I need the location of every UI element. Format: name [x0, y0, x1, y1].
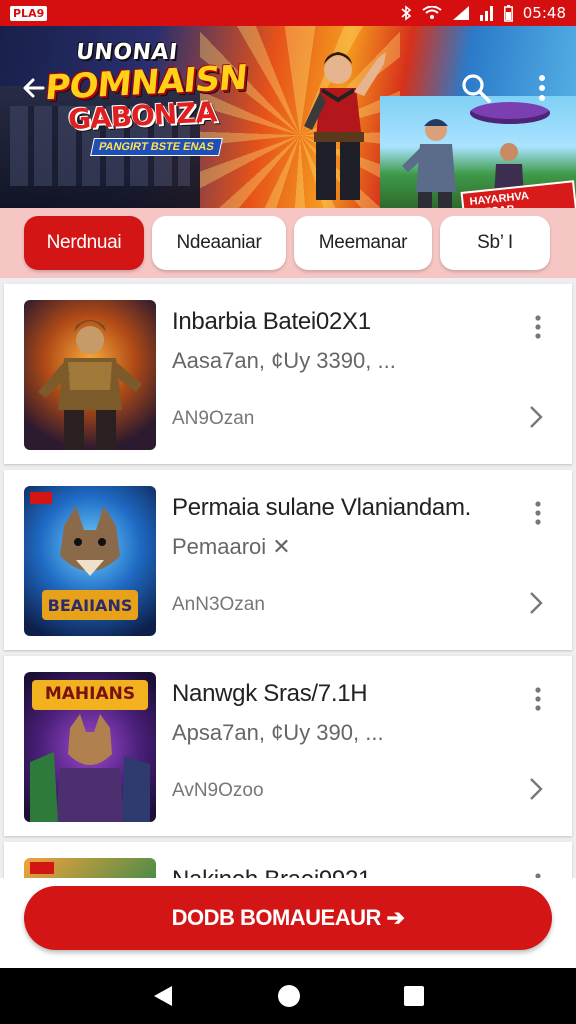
more-options-button[interactable]: [522, 68, 562, 108]
back-button[interactable]: [14, 68, 54, 108]
more-vert-icon: [539, 75, 545, 101]
game-thumbnail: BEAIIANS: [24, 486, 156, 636]
thumbnail-label: BEAIIANS: [47, 596, 133, 615]
item-title: Nakineh Braei9921: [172, 866, 371, 878]
item-more-button[interactable]: [526, 312, 550, 342]
category-tabs: Nerdnuai Ndeaaniar Meemanar Sb’ I: [0, 208, 576, 278]
game-thumbnail: [24, 300, 156, 450]
item-title: Inbarbia Batei02X1: [172, 308, 371, 335]
item-title: Permaia sulane Vlaniandam.: [172, 494, 472, 521]
more-vert-icon: [535, 315, 541, 339]
wifi-icon: [422, 6, 442, 19]
item-meta: AvN9Ozoo: [172, 780, 264, 801]
banner-character-2-art: [402, 119, 456, 208]
hero-banner[interactable]: UNONAI POMNAISN GABONZA PANGIRT BSTE ENA…: [0, 26, 576, 208]
status-icons: 05:48: [400, 4, 566, 22]
chevron-right-icon: [530, 592, 543, 614]
item-subtitle: Apsa7an, ¢Uy 390, ...: [172, 720, 384, 745]
nav-recents-icon[interactable]: [404, 986, 425, 1006]
item-meta: AN9Ozan: [172, 408, 255, 429]
tab-2[interactable]: Ndeaaniar: [152, 216, 286, 270]
tab-4[interactable]: Sb’ I: [440, 216, 550, 270]
item-chevron-button[interactable]: [524, 774, 548, 804]
more-vert-icon: [535, 501, 541, 525]
item-subtitle: Pemaaroi ✕: [172, 534, 291, 559]
chevron-right-icon: [530, 406, 543, 428]
signal-icon: [452, 6, 469, 20]
list-item[interactable]: Nakineh Braei9921: [4, 842, 572, 878]
item-more-button[interactable]: [526, 870, 550, 878]
nav-back-icon[interactable]: [152, 984, 174, 1008]
item-meta: AnN3Ozan: [172, 594, 265, 615]
more-vert-icon: [535, 687, 541, 711]
list-item[interactable]: BEAIIANS Permaia sulane Vlaniandam. Pema…: [4, 470, 572, 650]
chevron-right-icon: [530, 778, 543, 800]
item-chevron-button[interactable]: [524, 402, 548, 432]
list-item[interactable]: Inbarbia Batei02X1 Aasa7an, ¢Uy 3390, ..…: [4, 284, 572, 464]
primary-cta-button[interactable]: DODB BOMAUEAUR ➔: [24, 886, 552, 950]
status-app-label: PLA9: [10, 5, 48, 21]
tab-3[interactable]: Meemanar: [294, 216, 432, 270]
search-button[interactable]: [456, 68, 496, 108]
hero-character-art: [304, 52, 386, 200]
nav-home-icon[interactable]: [277, 984, 301, 1008]
status-bar: PLA9 05:48: [0, 0, 576, 26]
item-title: Nanwgk Sras/7.1H: [172, 680, 368, 707]
system-nav-bar: [0, 968, 576, 1024]
game-logo: UNONAI POMNAISN GABONZA PANGIRT BSTE ENA…: [44, 40, 248, 156]
bluetooth-icon: [401, 5, 412, 21]
list-item[interactable]: MAHIANS Nanwgk Sras/7.1H Apsa7an, ¢Uy 39…: [4, 656, 572, 836]
status-time: 05:48: [522, 4, 566, 22]
item-chevron-button[interactable]: [524, 588, 548, 618]
item-more-button[interactable]: [526, 684, 550, 714]
game-list: Inbarbia Batei02X1 Aasa7an, ¢Uy 3390, ..…: [0, 278, 576, 878]
cta-container: DODB BOMAUEAUR ➔: [0, 878, 576, 968]
thumbnail-label: MAHIANS: [44, 684, 136, 704]
battery-icon: [503, 4, 513, 22]
logo-line-4: PANGIRT BSTE ENAS: [90, 138, 223, 156]
signal-bars-icon: [479, 6, 493, 21]
item-more-button[interactable]: [526, 498, 550, 528]
arrow-left-icon: [23, 78, 45, 98]
game-thumbnail: MAHIANS: [24, 672, 156, 822]
tab-1[interactable]: Nerdnuai: [24, 216, 144, 270]
game-thumbnail: [24, 858, 156, 878]
item-subtitle: Aasa7an, ¢Uy 3390, ...: [172, 348, 396, 373]
search-icon: [462, 74, 491, 103]
